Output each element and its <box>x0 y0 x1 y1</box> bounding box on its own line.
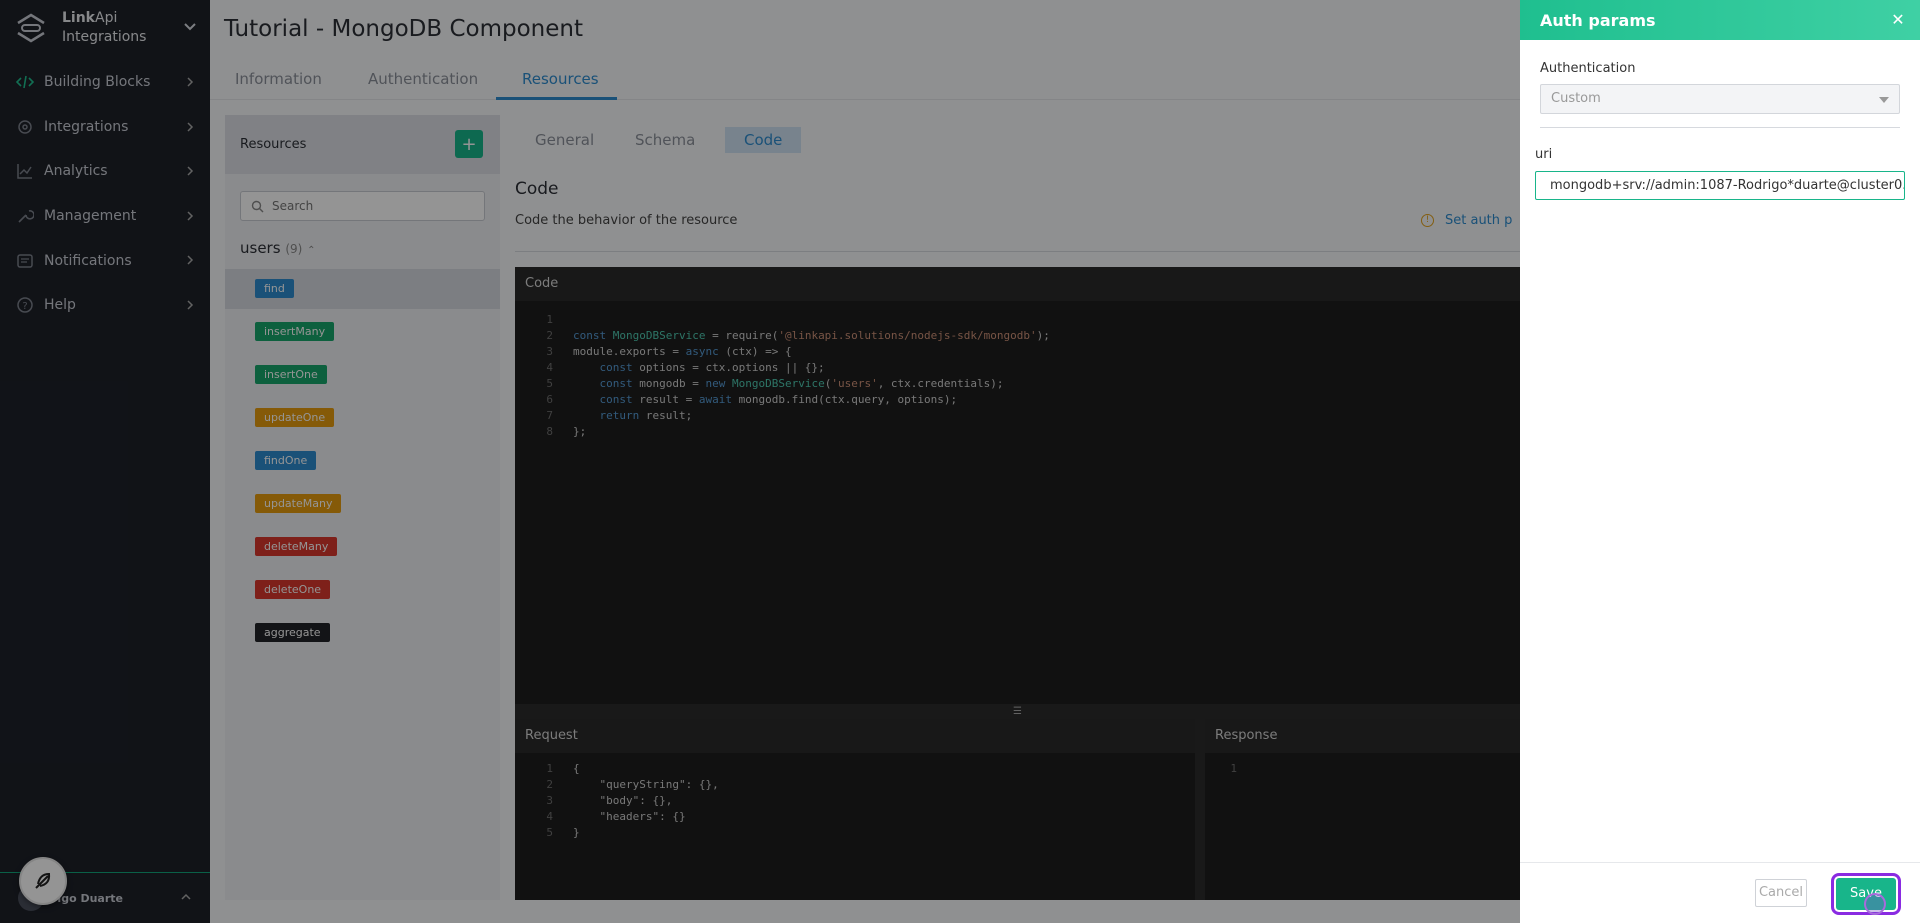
authentication-value: Custom <box>1551 91 1601 106</box>
modal-overlay[interactable] <box>0 0 1520 923</box>
cancel-button[interactable]: Cancel <box>1755 879 1807 907</box>
drawer-footer: Cancel Save <box>1520 862 1920 923</box>
uri-label: uri <box>1535 147 1553 162</box>
drawer-header: Auth params ✕ <box>1520 0 1920 40</box>
mouse-cursor-indicator <box>1864 893 1886 915</box>
close-icon[interactable]: ✕ <box>1888 10 1908 30</box>
drawer-title: Auth params <box>1540 10 1656 30</box>
auth-params-drawer: Auth params ✕ Authentication Custom uri … <box>1520 0 1920 923</box>
caret-down-icon <box>1879 97 1889 103</box>
authentication-label: Authentication <box>1540 61 1636 76</box>
authentication-select[interactable]: Custom <box>1540 84 1900 114</box>
uri-input[interactable]: mongodb+srv://admin:1087-Rodrigo*duarte@… <box>1535 171 1905 200</box>
divider <box>1540 127 1900 128</box>
